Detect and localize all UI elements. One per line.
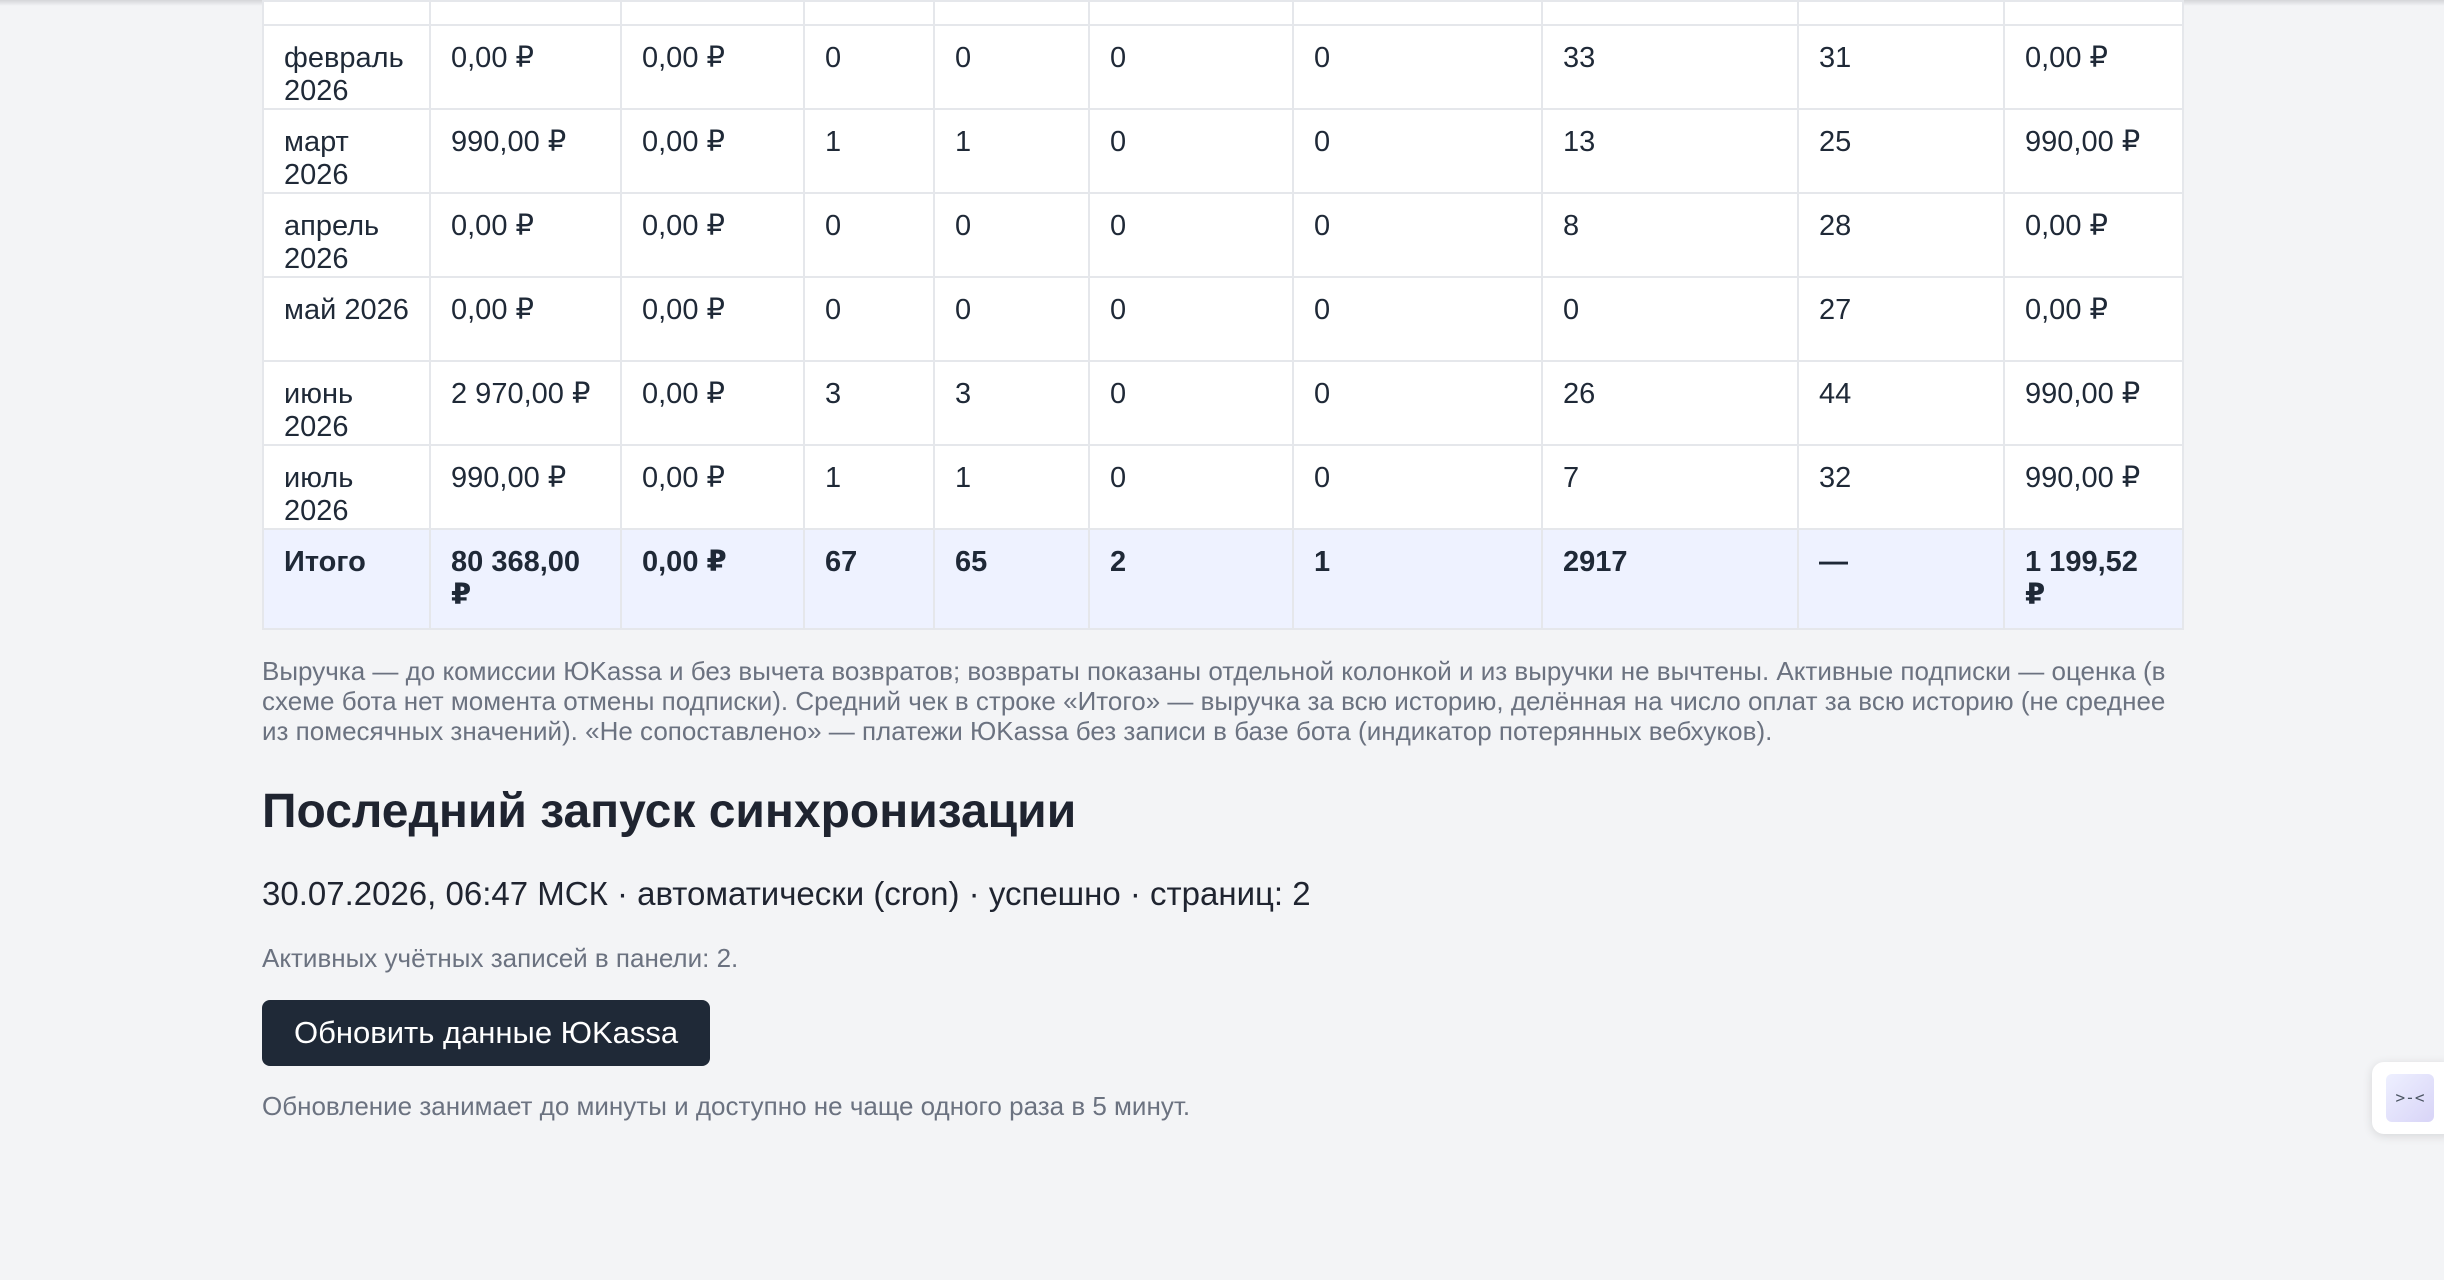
total-label: Итого xyxy=(262,528,431,630)
month-cell xyxy=(262,0,431,26)
table-cell: 0 xyxy=(1088,108,1294,194)
table-cell: 0 xyxy=(1292,360,1543,446)
table-cell: 0,00 ₽ xyxy=(620,192,805,278)
table-cell: 28 xyxy=(1797,192,2005,278)
assistant-icon: >-< xyxy=(2386,1074,2434,1122)
table-cell: 0 xyxy=(933,24,1090,110)
total-cell: 1 xyxy=(1292,528,1543,630)
table-cell: 1 xyxy=(933,444,1090,530)
table-cell: 1 xyxy=(803,108,935,194)
table-row: март 2026 990,00 ₽0,00 ₽1 1 0 0 13 25 990,00 ₽ xyxy=(262,108,2184,194)
table-footnote: Выручка — до комиссии ЮKassa и без вычет… xyxy=(262,656,2166,746)
refresh-hint: Обновление занимает до минуты и доступно… xyxy=(262,1091,1191,1121)
total-cell: 2 xyxy=(1088,528,1294,630)
sync-section-title: Последний запуск синхронизации xyxy=(262,785,1077,838)
table-cell: 990,00 ₽ xyxy=(429,108,622,194)
total-cell: — xyxy=(1797,528,2005,630)
table-cell: 0 xyxy=(1088,24,1294,110)
table-cell: 8 xyxy=(1541,192,1799,278)
table-cell: 0 xyxy=(1088,192,1294,278)
table-cell: 0,00 ₽ xyxy=(620,276,805,362)
table-cell: 0 xyxy=(933,276,1090,362)
table-cell: 0,00 ₽ xyxy=(429,24,622,110)
total-cell: 80 368,00 ₽ xyxy=(429,528,622,630)
table-cell xyxy=(803,0,935,26)
table-body: февраль 2026 0,00 ₽0,00 ₽0 0 0 0 33 31 0,00 ₽ ма… xyxy=(262,0,2184,630)
month-cell: июль 2026 xyxy=(262,444,431,530)
table-row: май 2026 0,00 ₽0,00 ₽0 0 0 0 0 27 0,00 ₽ xyxy=(262,276,2184,362)
table-cell xyxy=(1088,0,1294,26)
table-cell: 2 970,00 ₽ xyxy=(429,360,622,446)
table-cell: 27 xyxy=(1797,276,2005,362)
month-cell: апрель 2026 xyxy=(262,192,431,278)
monthly-stats-table: февраль 2026 0,00 ₽0,00 ₽0 0 0 0 33 31 0,00 ₽ ма… xyxy=(262,0,2184,630)
table-cell: 3 xyxy=(933,360,1090,446)
total-cell: 1 199,52 ₽ xyxy=(2003,528,2184,630)
table-cell: 0 xyxy=(803,192,935,278)
total-cell: 65 xyxy=(933,528,1090,630)
side-assistant-widget[interactable]: >-< xyxy=(2372,1062,2444,1134)
table-cell: 0 xyxy=(1292,24,1543,110)
table-cell: 0,00 ₽ xyxy=(620,24,805,110)
table-cell: 0 xyxy=(933,192,1090,278)
table-cell: 0 xyxy=(1088,360,1294,446)
table-row: июль 2026 990,00 ₽0,00 ₽1 1 0 0 7 32 990,00 ₽ xyxy=(262,444,2184,530)
table-cell: 0,00 ₽ xyxy=(429,192,622,278)
table-cell xyxy=(2003,0,2184,26)
table-row: июнь 2026 2 970,00 ₽0,00 ₽3 3 0 0 26 44 990,00 … xyxy=(262,360,2184,446)
table-cell: 0,00 ₽ xyxy=(2003,276,2184,362)
table-cell: 26 xyxy=(1541,360,1799,446)
table-cell: 3 xyxy=(803,360,935,446)
table-cell: 990,00 ₽ xyxy=(2003,444,2184,530)
table-row xyxy=(262,0,2184,26)
table-cell: 0 xyxy=(1292,444,1543,530)
table-row: апрель 2026 0,00 ₽0,00 ₽0 0 0 0 8 28 0,00 ₽ xyxy=(262,192,2184,278)
table-row: февраль 2026 0,00 ₽0,00 ₽0 0 0 0 33 31 0,00 ₽ xyxy=(262,24,2184,110)
table-cell: 990,00 ₽ xyxy=(2003,108,2184,194)
total-cell: 0,00 ₽ xyxy=(620,528,805,630)
table-cell: 44 xyxy=(1797,360,2005,446)
refresh-yookassa-button[interactable]: Обновить данные ЮKassa xyxy=(262,1000,711,1066)
month-cell: май 2026 xyxy=(262,276,431,362)
table-cell: 0 xyxy=(1292,108,1543,194)
table-cell: 0 xyxy=(803,24,935,110)
total-row: Итого 80 368,00 ₽0,00 ₽67 65 2 1 2917—1 199,5… xyxy=(262,528,2184,630)
table-cell: 0 xyxy=(803,276,935,362)
table-cell: 1 xyxy=(803,444,935,530)
table-cell: 0 xyxy=(1088,276,1294,362)
table-cell: 0 xyxy=(1292,192,1543,278)
table-cell: 7 xyxy=(1541,444,1799,530)
table-cell: 32 xyxy=(1797,444,2005,530)
table-cell: 0 xyxy=(1541,276,1799,362)
table-cell: 0,00 ₽ xyxy=(2003,24,2184,110)
month-cell: июнь 2026 xyxy=(262,360,431,446)
table-cell: 990,00 ₽ xyxy=(2003,360,2184,446)
table-cell: 0 xyxy=(1088,444,1294,530)
table-cell xyxy=(620,0,805,26)
table-cell: 13 xyxy=(1541,108,1799,194)
total-cell: 67 xyxy=(803,528,935,630)
table-cell: 0,00 ₽ xyxy=(620,444,805,530)
table-cell xyxy=(933,0,1090,26)
table-cell: 990,00 ₽ xyxy=(429,444,622,530)
table-cell: 0,00 ₽ xyxy=(2003,192,2184,278)
main-content: февраль 2026 0,00 ₽0,00 ₽0 0 0 0 33 31 0,00 ₽ ма… xyxy=(262,0,2184,1122)
table-cell: 31 xyxy=(1797,24,2005,110)
table-cell xyxy=(1292,0,1543,26)
table-cell: 0,00 ₽ xyxy=(620,360,805,446)
table-cell: 0,00 ₽ xyxy=(429,276,622,362)
month-cell: февраль 2026 xyxy=(262,24,431,110)
active-accounts-text: Активных учётных записей в панели: 2. xyxy=(262,943,739,973)
table-cell xyxy=(1541,0,1799,26)
table-cell: 33 xyxy=(1541,24,1799,110)
table-cell: 1 xyxy=(933,108,1090,194)
month-cell: март 2026 xyxy=(262,108,431,194)
table-cell: 0,00 ₽ xyxy=(620,108,805,194)
table-cell xyxy=(429,0,622,26)
table-cell xyxy=(1797,0,2005,26)
last-sync-status: 30.07.2026, 06:47 МСК · автоматически (c… xyxy=(262,875,1311,912)
total-cell: 2917 xyxy=(1541,528,1799,630)
table-cell: 0 xyxy=(1292,276,1543,362)
table-cell: 25 xyxy=(1797,108,2005,194)
